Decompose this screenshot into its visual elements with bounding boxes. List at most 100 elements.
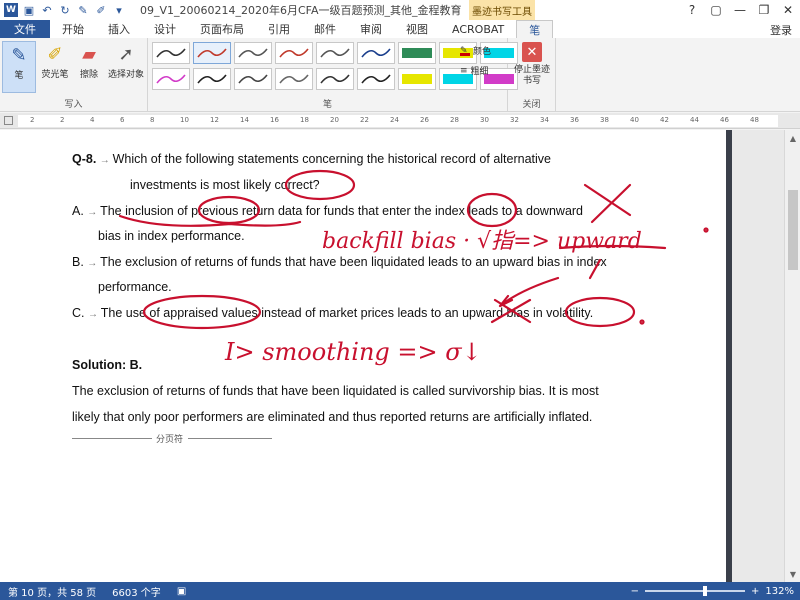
eraser-tool-label: 擦除 (79, 70, 98, 80)
vertical-scrollbar[interactable]: ▲ ▼ (784, 130, 800, 582)
close-window-button[interactable]: ✕ (776, 0, 800, 20)
ruler-number: 10 (180, 116, 189, 124)
login-link[interactable]: 登录 (770, 22, 792, 38)
option-a-text-2: bias in index performance. (98, 229, 245, 243)
ink-thickness-label: 粗细 (470, 67, 489, 77)
page-break-marker: 分页符 (72, 432, 272, 444)
eraser-tool-button[interactable]: ▰ 擦除 (72, 41, 106, 93)
close-group-label: 关闭 (522, 100, 541, 110)
select-objects-label: 选择对象 (107, 70, 144, 80)
document-title: 09_V1_20060214_2020年6月CFA一级百题预测_其他_金程教育（… (140, 4, 495, 17)
solution-heading: Solution: B. (72, 358, 143, 372)
help-button[interactable]: ? (680, 0, 704, 20)
pen-swatch[interactable] (316, 42, 354, 64)
undo-icon[interactable]: ↶ (40, 3, 54, 17)
option-b-label: B. (72, 255, 84, 269)
pens-group-label: 笔 (322, 100, 332, 110)
pen-mode-icon[interactable]: ✎ (76, 3, 90, 17)
scroll-thumb[interactable] (788, 190, 798, 270)
zoom-slider[interactable] (645, 586, 746, 596)
ink-annotations: backfill bias · √指=> upward I> smoothing… (118, 169, 709, 366)
question-label: Q-8. (72, 152, 97, 166)
restore-button[interactable]: ❐ (752, 0, 776, 20)
scroll-up-icon[interactable]: ▲ (787, 132, 799, 144)
pen-swatch[interactable] (152, 68, 190, 90)
tab-home[interactable]: 开始 (50, 20, 96, 38)
close-group: ✕ 停止墨迹书写 关闭 (508, 38, 556, 112)
ribbon-display-button[interactable]: ▢ (704, 0, 728, 20)
ruler-number: 36 (570, 116, 579, 124)
pen-swatch[interactable] (275, 42, 313, 64)
pen-swatch[interactable] (357, 68, 395, 90)
tab-insert[interactable]: 插入 (96, 20, 142, 38)
ink-color-button[interactable]: ✎ 颜色 (460, 44, 491, 57)
highlighter-tool-button[interactable]: ✐ 荧光笔 (38, 41, 72, 93)
option-c-line-1: C. → The use of appraised values instead… (72, 306, 593, 320)
pen-swatch[interactable] (152, 42, 190, 64)
customize-qat-icon[interactable]: ▾ (112, 3, 126, 17)
window-controls: ? ▢ — ❐ ✕ (680, 0, 800, 20)
pen-swatch[interactable] (193, 42, 231, 64)
save-icon[interactable]: ▣ (22, 3, 36, 17)
redo-icon[interactable]: ↻ (58, 3, 72, 17)
proofing-icon[interactable]: ▣ (169, 586, 194, 597)
ruler-number: 2 (30, 116, 35, 124)
pen-tool-button[interactable]: ✎ 笔 (2, 41, 36, 93)
tab-acrobat[interactable]: ACROBAT (440, 20, 516, 38)
ink-thickness-button[interactable]: ≡ 粗细 (460, 64, 489, 78)
tab-references[interactable]: 引用 (256, 20, 302, 38)
tab-view[interactable]: 视图 (394, 20, 440, 38)
select-objects-button[interactable]: ➚ 选择对象 (106, 41, 146, 93)
horizontal-ruler[interactable]: 2 2 4 6 8 10 12 14 16 18 20 22 24 26 28 30 32 34 36 38 40 42 4… (0, 113, 800, 129)
pen-swatch[interactable] (316, 68, 354, 90)
ink-dot-2 (703, 227, 709, 233)
pen-swatch[interactable] (275, 68, 313, 90)
tab-pen[interactable]: 笔 (516, 20, 554, 38)
zoom-out-icon[interactable]: − (631, 586, 639, 597)
option-c-text-1: The use of appraised values instead of m… (100, 306, 594, 320)
minimize-button[interactable]: — (728, 0, 752, 20)
pen-swatch[interactable] (234, 42, 272, 64)
pen-tool-label: 笔 (14, 71, 24, 81)
stop-icon: ✕ (522, 42, 542, 62)
tab-mailings[interactable]: 邮件 (302, 20, 348, 38)
eraser-icon: ▰ (82, 43, 96, 65)
zoom-level[interactable]: 132% (765, 586, 794, 597)
page-indicator[interactable]: 第 10 页，共 58 页 (0, 584, 104, 599)
status-bar: 第 10 页，共 58 页 6603 个字 ▣ − + 132% (0, 582, 800, 600)
stop-inking-button[interactable]: ✕ 停止墨迹书写 (514, 42, 550, 87)
tab-layout[interactable]: 页面布局 (188, 20, 256, 38)
ruler-number: 30 (480, 116, 489, 124)
tab-design[interactable]: 设计 (142, 20, 188, 38)
ruler-number: 16 (270, 116, 279, 124)
page-break-line-right (188, 438, 272, 439)
word-logo-icon: W (4, 3, 18, 17)
write-group-label: 写入 (64, 100, 83, 110)
tab-review[interactable]: 审阅 (348, 20, 394, 38)
highlighter-mode-icon[interactable]: ✐ (94, 3, 108, 17)
tab-selector[interactable] (4, 116, 13, 125)
title-bar: W ▣ ↶ ↻ ✎ ✐ ▾ 09_V1_20060214_2020年6月CFA一… (0, 0, 800, 20)
zoom-in-icon[interactable]: + (751, 586, 759, 597)
pen-icon: ✎ (11, 44, 27, 66)
pen-swatch[interactable] (193, 68, 231, 90)
tab-file[interactable]: 文件 (0, 20, 50, 38)
page-break-label: 分页符 (156, 434, 184, 444)
ruler-number: 12 (210, 116, 219, 124)
scroll-down-icon[interactable]: ▼ (787, 568, 799, 580)
zoom-slider-thumb[interactable] (703, 586, 708, 596)
word-count[interactable]: 6603 个字 (104, 584, 169, 599)
page-edge (726, 130, 732, 582)
pen-swatch[interactable] (398, 68, 436, 90)
ruler-number: 28 (450, 116, 459, 124)
ruler-number: 38 (600, 116, 609, 124)
pen-swatch[interactable] (234, 68, 272, 90)
pen-swatch[interactable] (357, 42, 395, 64)
ruler-number: 22 (360, 116, 369, 124)
document-page[interactable]: Q-8. → Which of the following statements… (0, 130, 728, 582)
pen-swatch[interactable] (398, 42, 436, 64)
ruler-number: 48 (750, 116, 759, 124)
ink-cross-downward (583, 183, 632, 224)
ink-note-smoothing: I> smoothing => σ↓ (224, 338, 482, 366)
solution-text-1: The exclusion of returns of funds that h… (72, 384, 599, 398)
